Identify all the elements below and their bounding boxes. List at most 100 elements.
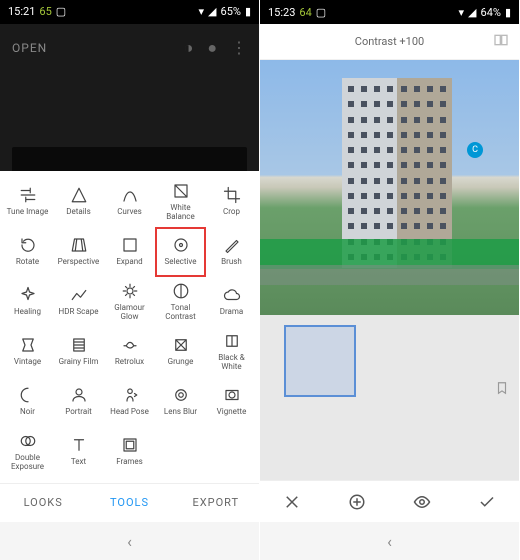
status-indicator: 65 [39, 5, 51, 18]
drama-icon [223, 286, 241, 304]
tool-vignette[interactable]: Vignette [206, 377, 257, 427]
tool-label: Head Pose [110, 408, 149, 417]
action-bar [260, 480, 519, 522]
tool-portrait[interactable]: Portrait [53, 377, 104, 427]
tool-white-balance[interactable]: White Balance [155, 177, 206, 227]
tool-label: Selective [165, 258, 197, 267]
selection-thumb[interactable] [284, 325, 356, 397]
tool-head-pose[interactable]: Head Pose [104, 377, 155, 427]
cancel-button[interactable] [282, 492, 302, 512]
notification-icon: ▢ [316, 6, 326, 19]
bottom-tabs: LOOKS TOOLS EXPORT [0, 483, 259, 523]
add-point-button[interactable] [347, 492, 367, 512]
tool-hdr-scape[interactable]: HDR Scape [53, 277, 104, 327]
tune-image-icon [19, 186, 37, 204]
apply-button[interactable] [477, 492, 497, 512]
tool-grunge[interactable]: Grunge [155, 327, 206, 377]
wifi-icon: ▾ [199, 5, 205, 18]
back-icon[interactable]: ‹ [387, 532, 392, 551]
selective-point[interactable]: C [467, 142, 483, 158]
bookmark-icon[interactable] [495, 380, 509, 399]
tool-label: Details [66, 208, 90, 217]
phone-right-editor: 15:23 64 ▢ ▾ ◢ 64% ▮ Contrast +100 [260, 0, 520, 560]
tool-double-exposure[interactable]: Double Exposure [2, 427, 53, 477]
tool-black-white[interactable]: Black & White [206, 327, 257, 377]
compare-icon[interactable] [493, 32, 509, 51]
tool-crop[interactable]: Crop [206, 177, 257, 227]
tool-label: Grainy Film [59, 358, 99, 367]
grainy-film-icon [70, 336, 88, 354]
double-exposure-icon [19, 432, 37, 450]
tool-tonal-contrast[interactable]: Tonal Contrast [155, 277, 206, 327]
tool-expand[interactable]: Expand [104, 227, 155, 277]
tool-vintage[interactable]: Vintage [2, 327, 53, 377]
tool-perspective[interactable]: Perspective [53, 227, 104, 277]
black-white-icon [223, 332, 241, 350]
tool-lens-blur[interactable]: Lens Blur [155, 377, 206, 427]
tool-grainy-film[interactable]: Grainy Film [53, 327, 104, 377]
phone-left-tools: 15:21 65 ▢ ▾ ◢ 65% ▮ OPEN ◑ ● ⋮ Tune Ima… [0, 0, 260, 560]
battery-icon: ▮ [505, 6, 511, 19]
rotate-icon [19, 236, 37, 254]
tool-rotate[interactable]: Rotate [2, 227, 53, 277]
tool-label: Vintage [14, 358, 41, 367]
tool-frames[interactable]: Frames [104, 427, 155, 477]
tool-label: Expand [116, 258, 142, 267]
tool-label: Curves [117, 208, 142, 217]
tool-label: Black & White [218, 354, 244, 372]
tool-label: Frames [116, 458, 143, 467]
tab-export[interactable]: EXPORT [173, 484, 259, 523]
info-icon[interactable]: ● [207, 38, 217, 58]
tonal-contrast-icon [172, 282, 190, 300]
crop-icon [223, 186, 241, 204]
perspective-icon [70, 236, 88, 254]
tool-label: HDR Scape [59, 308, 99, 317]
tools-grid: Tune Image Details Curves White Balance Crop… [0, 171, 259, 483]
back-icon[interactable]: ‹ [127, 532, 132, 551]
status-time: 15:21 [8, 5, 35, 18]
open-button[interactable]: OPEN [12, 41, 47, 55]
signal-icon: ◢ [208, 5, 216, 18]
hdr-scape-icon [70, 286, 88, 304]
vintage-icon [19, 336, 37, 354]
tool-curves[interactable]: Curves [104, 177, 155, 227]
nav-bar: ‹ [0, 522, 259, 560]
tool-text[interactable]: Text [53, 427, 104, 477]
tab-looks[interactable]: LOOKS [0, 484, 86, 523]
more-icon[interactable]: ⋮ [231, 38, 247, 58]
image-canvas [0, 71, 259, 170]
adjustment-title: Contrast +100 [355, 35, 424, 48]
retrolux-icon [121, 336, 139, 354]
tool-noir[interactable]: Noir [2, 377, 53, 427]
tool-drama[interactable]: Drama [206, 277, 257, 327]
tool-details[interactable]: Details [53, 177, 104, 227]
tab-tools[interactable]: TOOLS [86, 484, 172, 523]
text-icon [70, 436, 88, 454]
tool-glamour-glow[interactable]: Glamour Glow [104, 277, 155, 327]
noir-icon [19, 386, 37, 404]
white-balance-icon [172, 182, 190, 200]
adjustment-strip[interactable] [260, 315, 519, 407]
tool-brush[interactable]: Brush [206, 227, 257, 277]
grunge-icon [172, 336, 190, 354]
image-info-icon[interactable]: ◑ [184, 38, 194, 58]
tool-label: Healing [14, 308, 41, 317]
status-time: 15:23 [268, 6, 295, 19]
selective-icon [172, 236, 190, 254]
details-icon [70, 186, 88, 204]
tool-retrolux[interactable]: Retrolux [104, 327, 155, 377]
battery-text: 64% [481, 6, 501, 19]
edit-header: Contrast +100 [260, 24, 519, 60]
tool-tune-image[interactable]: Tune Image [2, 177, 53, 227]
visibility-toggle[interactable] [412, 492, 432, 512]
tool-healing[interactable]: Healing [2, 277, 53, 327]
battery-icon: ▮ [245, 5, 251, 18]
healing-icon [19, 286, 37, 304]
photo-preview[interactable]: C [260, 60, 519, 315]
frames-icon [121, 436, 139, 454]
brush-icon [223, 236, 241, 254]
tool-label: Tune Image [7, 208, 49, 217]
battery-text: 65% [221, 5, 241, 18]
tool-label: Crop [223, 208, 240, 217]
tool-selective[interactable]: Selective [155, 227, 206, 277]
